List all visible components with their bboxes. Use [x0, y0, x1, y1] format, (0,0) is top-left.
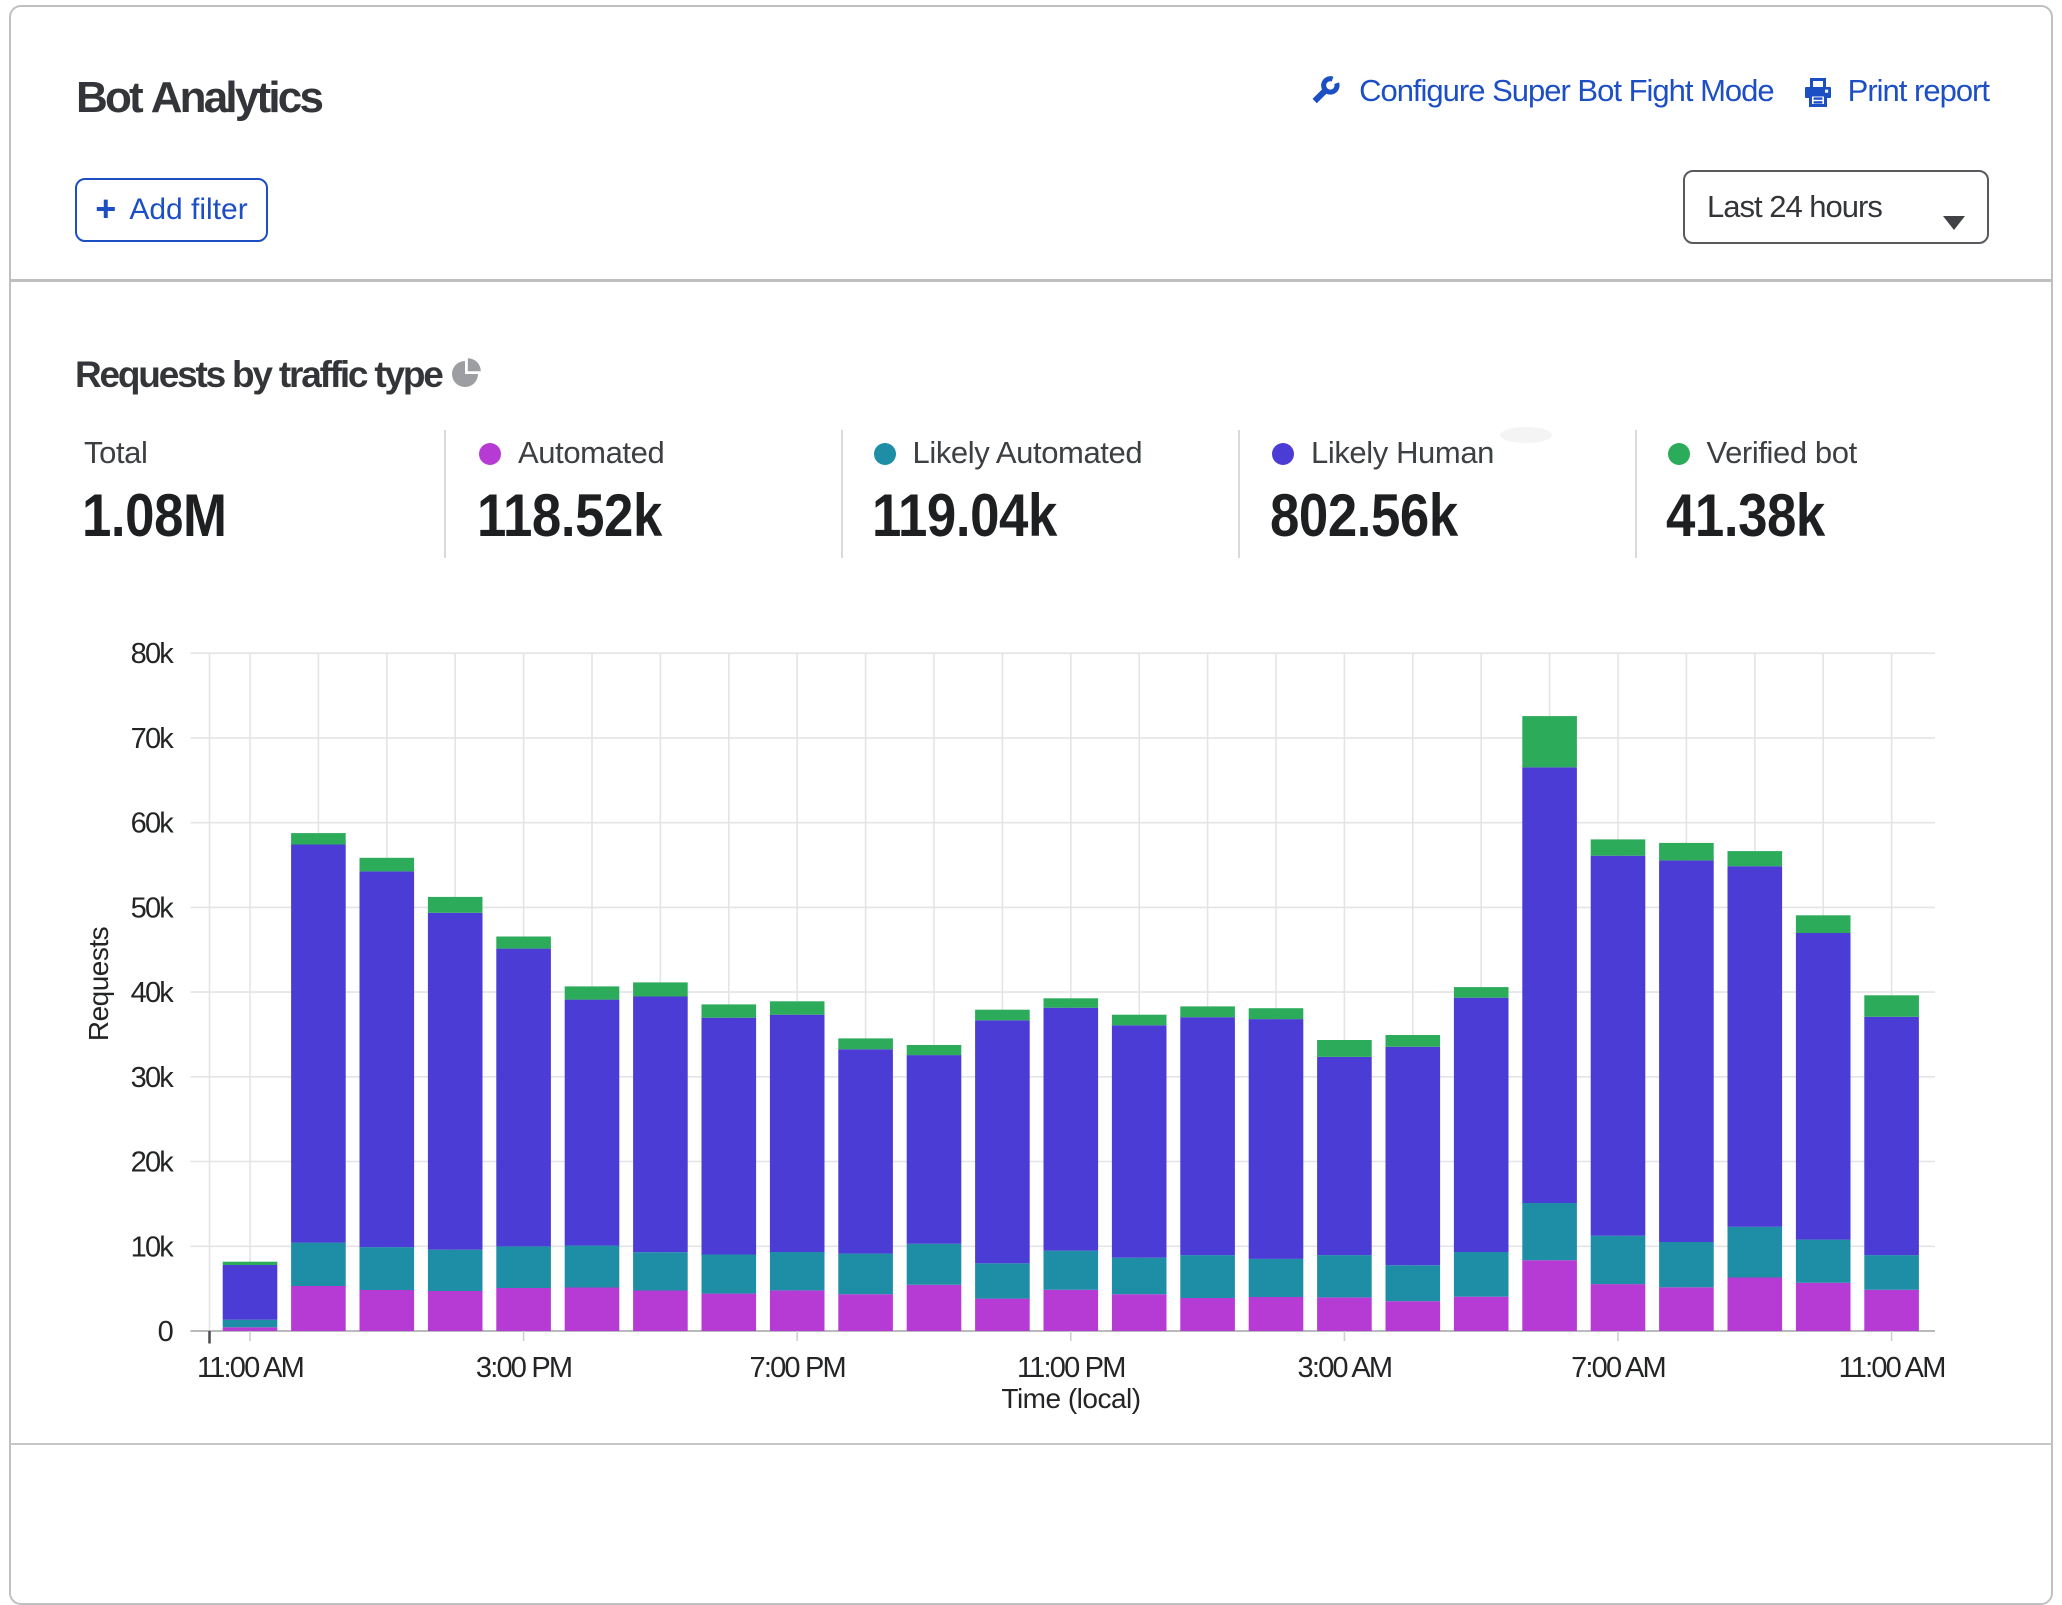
svg-text:60k: 60k: [131, 808, 175, 840]
svg-text:11:00 PM: 11:00 PM: [1017, 1352, 1125, 1384]
svg-text:80k: 80k: [131, 638, 175, 670]
svg-text:0: 0: [158, 1316, 173, 1348]
svg-text:7:00 AM: 7:00 AM: [1571, 1352, 1665, 1384]
svg-text:7:00 PM: 7:00 PM: [749, 1352, 844, 1384]
svg-text:11:00 AM: 11:00 AM: [1839, 1352, 1945, 1384]
svg-text:30k: 30k: [131, 1062, 175, 1094]
svg-text:Time (local): Time (local): [1001, 1383, 1140, 1414]
svg-text:10k: 10k: [131, 1231, 175, 1263]
svg-text:50k: 50k: [131, 892, 175, 924]
svg-text:3:00 PM: 3:00 PM: [476, 1352, 571, 1384]
svg-text:70k: 70k: [131, 723, 175, 755]
svg-text:20k: 20k: [131, 1147, 175, 1179]
svg-text:3:00 AM: 3:00 AM: [1297, 1352, 1391, 1384]
svg-text:Requests: Requests: [83, 927, 114, 1041]
svg-text:11:00 AM: 11:00 AM: [197, 1352, 303, 1384]
svg-text:40k: 40k: [131, 977, 175, 1009]
